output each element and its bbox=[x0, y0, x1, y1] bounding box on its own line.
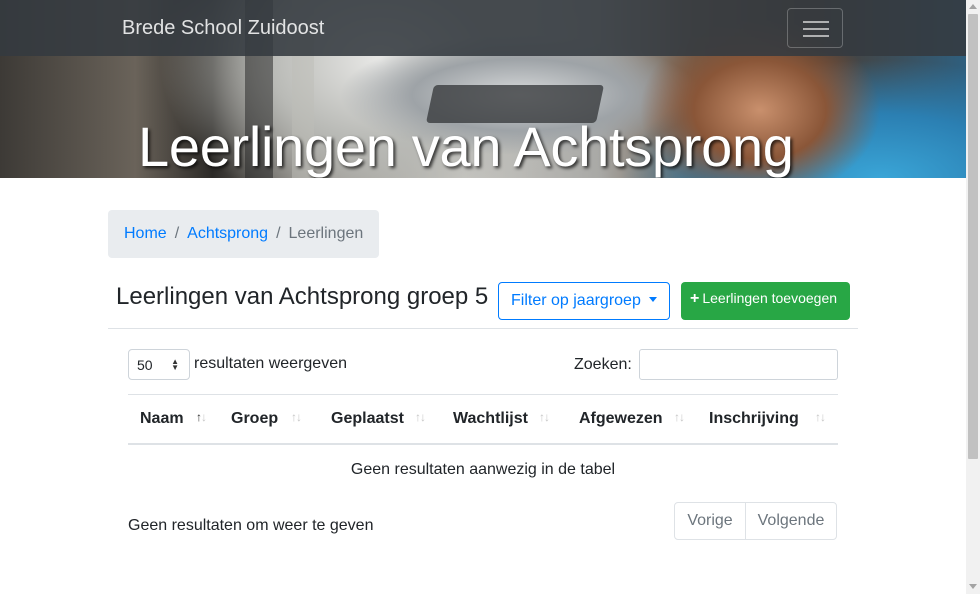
breadcrumb-home-link[interactable]: Home bbox=[124, 225, 167, 242]
add-button-label: Leerlingen toevoegen bbox=[702, 290, 838, 306]
page-scrollbar[interactable] bbox=[966, 0, 980, 594]
sort-icon[interactable]: ↑↓ bbox=[415, 410, 426, 424]
students-table: Naam ↑↓ Groep ↑↓ Geplaatst ↑↓ Wachtlijst… bbox=[128, 394, 838, 495]
column-header-groep[interactable]: Groep bbox=[231, 410, 278, 428]
sort-icon[interactable]: ↑↓ bbox=[291, 410, 302, 424]
breadcrumb: Home / Achtsprong / Leerlingen bbox=[108, 210, 379, 258]
page-length-select[interactable]: 50 ▲ ▼ bbox=[128, 349, 190, 380]
column-header-inschrijving[interactable]: Inschrijving bbox=[709, 410, 799, 428]
add-students-button[interactable]: + Leerlingen toevoegen bbox=[681, 282, 850, 320]
breadcrumb-separator: / bbox=[276, 225, 281, 242]
breadcrumb-current: Leerlingen bbox=[288, 225, 364, 242]
navbar-toggler-button[interactable] bbox=[787, 8, 843, 48]
pagination-previous-button[interactable]: Vorige bbox=[675, 503, 746, 539]
select-arrows-icon: ▲ ▼ bbox=[171, 357, 179, 372]
hero-title: Leerlingen van Achtsprong bbox=[138, 115, 794, 178]
sort-icon[interactable]: ↑↓ bbox=[815, 410, 826, 424]
column-header-afgewezen[interactable]: Afgewezen bbox=[579, 410, 663, 428]
scroll-down-arrow-icon[interactable] bbox=[969, 584, 977, 589]
pagination: Vorige Volgende bbox=[674, 502, 837, 540]
navbar: Brede School Zuidoost bbox=[0, 0, 966, 56]
divider bbox=[108, 328, 858, 329]
sort-icon[interactable]: ↑↓ bbox=[196, 410, 207, 424]
page-title: Leerlingen van Achtsprong groep 5 bbox=[116, 283, 489, 310]
caret-down-icon bbox=[648, 297, 657, 302]
sort-icon[interactable]: ↑↓ bbox=[674, 410, 685, 424]
plus-icon: + bbox=[690, 290, 700, 307]
page-length-label: resultaten weergeven bbox=[194, 355, 347, 372]
filter-jaargroep-dropdown-button[interactable]: Filter op jaargroep bbox=[498, 282, 670, 320]
column-header-naam[interactable]: Naam bbox=[140, 410, 184, 428]
table-info: Geen resultaten om weer te geven bbox=[128, 517, 374, 534]
breadcrumb-separator: / bbox=[174, 225, 180, 242]
breadcrumb-achtsprong-link[interactable]: Achtsprong bbox=[187, 225, 268, 242]
hero-banner: Brede School Zuidoost Leerlingen van Ach… bbox=[0, 0, 966, 178]
search-label: Zoeken: bbox=[574, 356, 632, 373]
table-empty-row: Geen resultaten aanwezig in de tabel bbox=[350, 461, 616, 478]
filter-button-label: Filter op jaargroep bbox=[511, 292, 641, 309]
scroll-up-arrow-icon[interactable] bbox=[969, 4, 977, 9]
scrollbar-thumb[interactable] bbox=[968, 14, 978, 459]
page-length-value: 50 bbox=[137, 357, 153, 373]
column-header-geplaatst[interactable]: Geplaatst bbox=[331, 410, 404, 428]
pagination-next-button[interactable]: Volgende bbox=[746, 503, 836, 539]
search-input[interactable] bbox=[639, 349, 838, 380]
sort-icon[interactable]: ↑↓ bbox=[539, 410, 550, 424]
navbar-brand[interactable]: Brede School Zuidoost bbox=[122, 17, 324, 40]
table-header-row: Naam ↑↓ Groep ↑↓ Geplaatst ↑↓ Wachtlijst… bbox=[128, 394, 838, 445]
column-header-wachtlijst[interactable]: Wachtlijst bbox=[453, 410, 528, 428]
